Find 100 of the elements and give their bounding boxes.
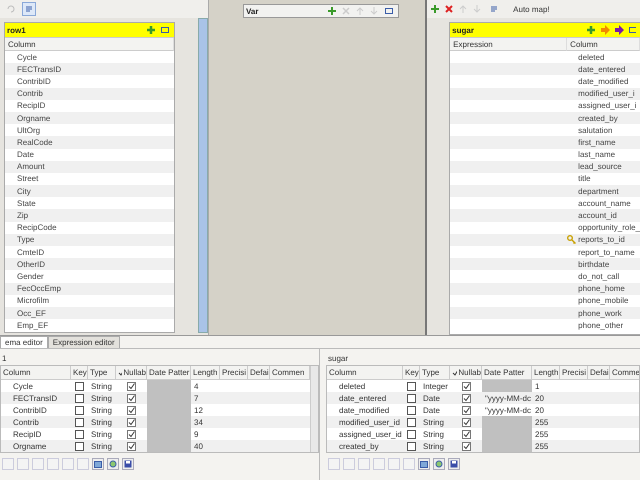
table-cell-text: String [90,428,113,440]
checkbox[interactable] [75,394,84,402]
column-header[interactable]: Precisi [220,366,248,379]
plus-icon[interactable] [328,7,336,15]
column-header[interactable]: Column [5,38,174,51]
checkbox[interactable] [407,382,416,390]
table-cell-text: 7 [193,392,200,404]
column-header[interactable]: Type [88,366,116,379]
import-icon[interactable] [92,458,104,470]
table-cell-text: 4 [193,380,200,392]
checkbox[interactable] [75,430,84,438]
plus-icon[interactable] [146,25,156,35]
import-icon[interactable] [418,458,430,470]
column-header[interactable]: Date Patter [482,366,532,379]
table-title: sugar [452,26,474,34]
table-cell: phone_other [578,320,624,330]
column-header[interactable]: Defai [248,366,270,379]
checkbox[interactable] [407,418,416,426]
column-header[interactable]: Length [191,366,220,379]
table-cell-text: ContribID [12,404,48,416]
checkbox[interactable] [75,382,84,390]
save-icon[interactable] [122,458,134,470]
column-header[interactable]: Nullab [450,366,482,379]
column-header[interactable]: Column [567,38,640,51]
table-cell: created_by [578,114,618,123]
column-header[interactable]: Length [532,366,560,379]
column-header[interactable]: Nullab [116,366,147,379]
checkbox[interactable] [462,442,470,450]
checkbox[interactable] [407,406,416,414]
table-cell-text: Contrib [12,416,40,428]
minimize-icon[interactable] [384,6,394,16]
table-cell: opportunity_role_ [578,223,640,232]
auto-map-button[interactable]: Auto map! [511,4,552,14]
table-cell-text: created_by [338,440,380,452]
checkbox[interactable] [75,418,84,426]
plus-icon[interactable] [586,25,596,35]
checkbox[interactable] [407,430,416,438]
table-cell-text: String [422,440,445,452]
list-icon[interactable] [22,2,36,16]
checkbox[interactable] [407,394,416,402]
table-cell-text: String [422,428,445,440]
column-header[interactable]: Key [71,366,88,379]
table-cell: report_to_name [578,248,635,257]
table-cell-text: Cycle [12,380,34,392]
table-cell: reports_to_id [578,235,625,244]
schema-title: sugar [327,353,350,365]
table-cell: phone_work [578,308,622,318]
column-header[interactable]: Date Patter [147,366,191,379]
plus-icon[interactable] [431,5,440,13]
delete-icon[interactable] [445,5,454,13]
checkbox[interactable] [462,394,470,402]
column-header[interactable]: Column [327,366,403,379]
checkbox[interactable] [462,406,470,414]
table-cell-text: 20 [534,392,545,404]
checkbox[interactable] [127,430,136,438]
checkbox[interactable] [462,382,470,390]
scrollbar[interactable] [198,18,208,333]
scrollbar[interactable] [310,366,318,452]
table-cell-text: FecOccEmp [16,284,62,294]
table-cell-text: modified_user_id [338,416,401,428]
tab[interactable]: ema editor [0,336,48,348]
checkbox[interactable] [127,442,136,450]
table-cell: title [578,174,591,184]
table-cell-text: String [422,416,445,428]
table-cell: account_id [578,211,617,220]
table-cell: phone_home [578,284,625,294]
checkbox[interactable] [127,406,136,414]
column-header[interactable]: Precisi [560,366,588,379]
checkbox[interactable] [127,418,136,426]
checkbox[interactable] [75,406,84,414]
table-cell-text: Type [16,235,34,244]
column-header[interactable]: Key [403,366,420,379]
column-header[interactable]: Column [1,366,71,379]
checkbox[interactable] [462,430,470,438]
tab[interactable]: Expression editor [48,336,120,348]
table-cell: first_name [578,138,616,147]
table-cell: deleted [578,52,604,62]
checkbox[interactable] [127,394,136,402]
export-icon[interactable] [107,458,119,470]
checkbox[interactable] [462,418,470,426]
column-header[interactable]: Expression [450,38,568,51]
checkbox[interactable] [407,442,416,450]
table-cell-text: 255 [534,440,550,452]
table-cell: phone_mobile [578,296,628,306]
minimize-icon[interactable] [628,25,636,35]
disabled-cell [482,416,532,428]
table-cell-text: 9 [193,428,200,440]
table-cell: department [578,186,619,196]
column-header[interactable]: Type [420,366,450,379]
checkbox[interactable] [127,382,136,390]
table-cell-text: Gender [16,272,44,281]
checkbox[interactable] [75,442,84,450]
table-cell-text: State [16,198,36,208]
table-cell-text: OtherID [16,260,46,269]
save-icon[interactable] [448,458,460,470]
column-header[interactable]: Defai [588,366,610,379]
table-cell-text: 20 [534,404,545,416]
table-title: row1 [7,26,26,34]
minimize-icon[interactable] [160,25,170,35]
export-icon[interactable] [433,458,445,470]
